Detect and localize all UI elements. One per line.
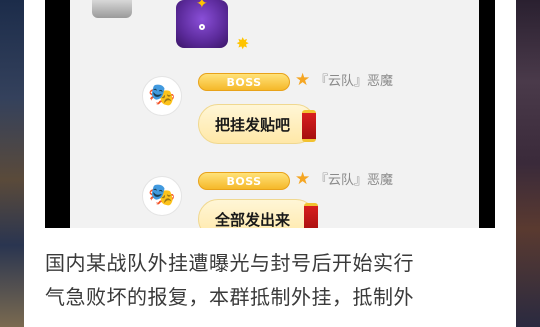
background-left-edge [0,0,24,327]
boss-badge: BOSS [198,172,290,190]
sender-avatar[interactable]: 🎭 [142,76,182,116]
sender-name[interactable]: 『云队』恶魔 [315,75,393,88]
article-line: 气急败坏的报复，本群抵制外挂，抵制外 [45,285,414,309]
red-lantern-icon [304,203,318,228]
background-right-edge [516,0,540,327]
article-body: 国内某战队外挂遭曝光与封号后开始实行 气急败坏的报复，本群抵制外挂，抵制外 [45,246,500,314]
sender-avatar[interactable]: 🎭 [142,176,182,216]
theater-mask-icon: 🎭 [148,83,176,108]
red-lantern-icon [302,110,316,142]
message-bubble[interactable]: 把挂发贴吧 [198,104,316,144]
previous-sender-avatar [92,0,132,18]
sticker-dot [199,24,205,30]
star-icon: ★ [295,70,311,90]
article-card: ✦ ✸ 🎭 BOSS ★ 『云队』恶魔 把挂发贴吧 🎭 BOSS ★ 『云队』恶… [24,0,516,327]
boss-badge: BOSS [198,73,290,91]
message-text: 全部发出来 [215,210,291,229]
article-line: 国内某战队外挂遭曝光与封号后开始实行 [45,251,414,275]
sparkle-icon: ✸ [236,34,250,53]
theater-mask-icon: 🎭 [148,183,176,208]
chat-screenshot-content: ✦ ✸ 🎭 BOSS ★ 『云队』恶魔 把挂发贴吧 🎭 BOSS ★ 『云队』恶… [70,0,479,228]
star-icon: ★ [295,169,311,189]
sparkle-icon: ✦ [196,0,208,12]
chat-screenshot-image: ✦ ✸ 🎭 BOSS ★ 『云队』恶魔 把挂发贴吧 🎭 BOSS ★ 『云队』恶… [45,0,495,228]
message-bubble[interactable]: 全部发出来 [198,199,316,228]
sender-name[interactable]: 『云队』恶魔 [315,174,393,187]
boss-badge-label: BOSS [226,75,262,89]
boss-badge-label: BOSS [226,174,262,188]
message-text: 把挂发贴吧 [215,115,291,134]
